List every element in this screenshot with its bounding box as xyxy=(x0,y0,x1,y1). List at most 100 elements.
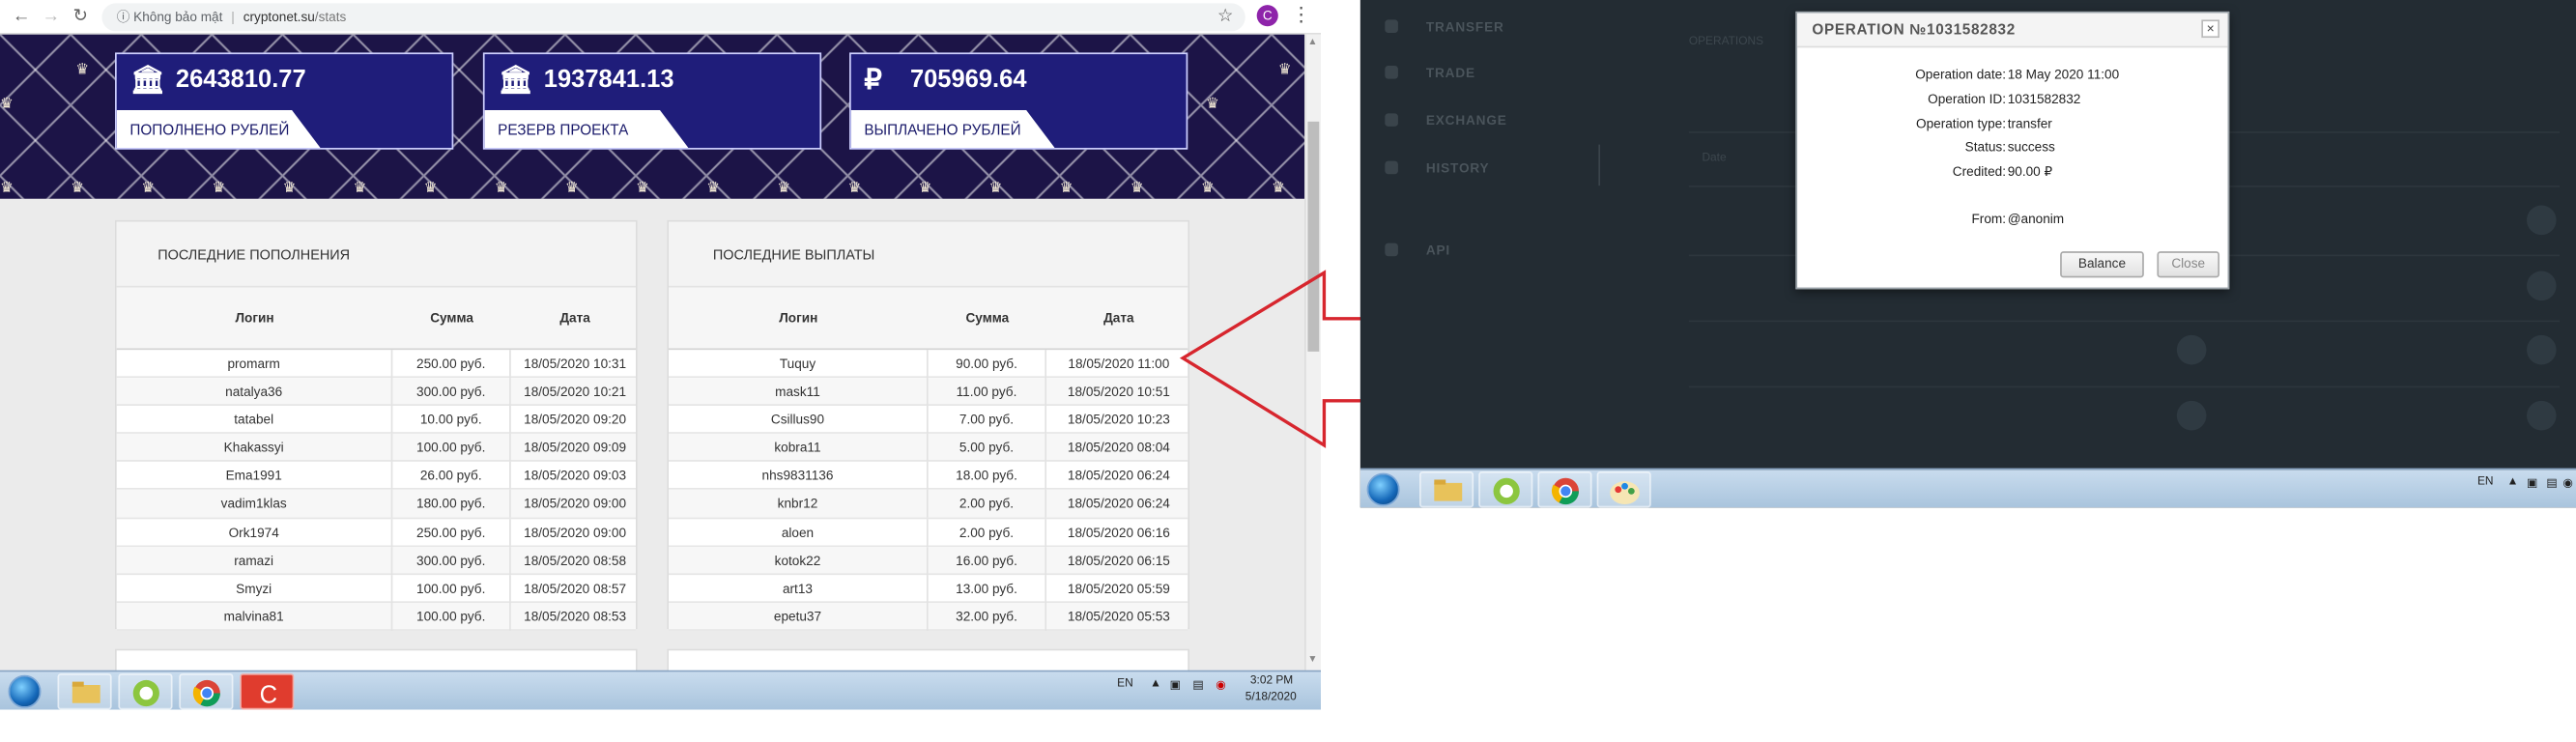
tray-chevron-icon[interactable]: ▲ xyxy=(2507,476,2519,488)
date-cell: 18/05/2020 05:53 xyxy=(1067,609,1170,624)
url-path[interactable]: /stats xyxy=(315,10,347,24)
volume-icon[interactable]: ◉ xyxy=(2562,476,2572,490)
browser-window: ← → ↻ ⓘ Không bảo mật | cryptonet.su/sta… xyxy=(0,0,1322,710)
amount-cell: 13.00 руб. xyxy=(929,574,1047,603)
chrome-icon[interactable] xyxy=(1537,471,1592,508)
chrome-icon[interactable] xyxy=(179,673,234,710)
crown-icon: ♛ xyxy=(71,179,84,196)
info-icon[interactable]: ⓘ xyxy=(117,10,130,24)
bookmark-star-icon[interactable]: ☆ xyxy=(1217,5,1234,26)
sidebar-item-history[interactable]: HISTORY xyxy=(1426,161,1490,176)
table-row: art13 13.00 руб. 18/05/2020 05:59 xyxy=(669,574,1188,603)
column-header-date: Date xyxy=(1702,153,1727,165)
login-cell: epetu37 xyxy=(669,602,929,631)
crown-icon: ♛ xyxy=(706,179,720,196)
address-bar[interactable]: ⓘ Không bảo mật | cryptonet.su/stats xyxy=(101,3,1245,32)
table-row: aloen 2.00 руб. 18/05/2020 06:16 xyxy=(669,518,1188,547)
date-cell: 18/05/2020 09:00 xyxy=(524,525,627,540)
crown-icon: ♛ xyxy=(353,179,367,196)
start-button[interactable] xyxy=(1366,472,1400,506)
row-action-icon[interactable] xyxy=(2526,205,2557,236)
table-row: mask11 11.00 руб. 18/05/2020 10:51 xyxy=(669,378,1188,407)
volume-muted-icon[interactable]: ◉ xyxy=(1216,678,1225,692)
table-row: promarm 250.00 руб. 18/05/2020 10:31 xyxy=(116,350,636,379)
sidebar-item-exchange[interactable]: EXCHANGE xyxy=(1426,113,1507,128)
sidebar-item-transfer[interactable]: TRANSFER xyxy=(1426,19,1504,34)
sidebar-item-api[interactable]: API xyxy=(1426,243,1450,258)
amount-cell: 250.00 руб. xyxy=(392,518,511,547)
field-label: From: xyxy=(1971,212,2007,227)
tray-chevron-icon[interactable]: ▲ xyxy=(1150,678,1161,690)
field-operation-date: Operation date: 18 May 2020 11:00 xyxy=(1797,68,2227,93)
amount-cell: 300.00 руб. xyxy=(392,378,511,407)
forward-arrow-icon[interactable]: → xyxy=(40,5,63,28)
date-cell: 18/05/2020 09:00 xyxy=(524,497,627,512)
table-row: vadim1klas 180.00 руб. 18/05/2020 09:00 xyxy=(116,490,636,519)
date-cell: 18/05/2020 08:53 xyxy=(524,609,627,624)
login-cell: natalya36 xyxy=(117,378,393,407)
row-action-icon[interactable] xyxy=(2526,400,2557,431)
login-cell: Ork1974 xyxy=(117,518,393,547)
tray-app-icon[interactable]: ▣ xyxy=(2527,476,2537,490)
deposits-panel: ПОСЛЕДНИЕ ПОПОЛНЕНИЯ Логин Сумма Дата pr… xyxy=(115,219,638,631)
odnoklassniki-icon[interactable] xyxy=(1478,471,1533,508)
stat-value: 2643810.77 xyxy=(175,66,306,94)
date-cell: 18/05/2020 10:21 xyxy=(524,385,627,400)
language-indicator[interactable]: EN xyxy=(1117,678,1133,690)
network-icon[interactable]: ▤ xyxy=(2546,476,2557,490)
send-icon xyxy=(1385,19,1398,34)
close-icon[interactable]: × xyxy=(2201,19,2220,39)
folder-icon[interactable] xyxy=(57,673,112,710)
balance-button[interactable]: Balance xyxy=(2060,251,2144,278)
tray-app-icon[interactable]: ▣ xyxy=(1170,678,1181,692)
field-label: Credited: xyxy=(1952,164,2007,180)
table-row: Ork1974 250.00 руб. 18/05/2020 09:00 xyxy=(116,518,636,547)
row-action-icon[interactable] xyxy=(2526,271,2557,301)
security-label[interactable]: Không bảo mật xyxy=(133,10,222,24)
date-cell: 18/05/2020 10:31 xyxy=(524,356,627,372)
operation-dialog: OPERATION №1031582832 × Operation date: … xyxy=(1795,11,2230,290)
login-cell: malvina81 xyxy=(117,602,393,631)
clock-date[interactable]: 5/18/2020 xyxy=(1245,692,1297,703)
date-cell: 18/05/2020 05:59 xyxy=(1067,581,1170,596)
column-header-amount: Сумма xyxy=(965,310,1010,326)
field-value: 18 May 2020 11:00 xyxy=(2007,67,2120,83)
odnoklassniki-icon[interactable] xyxy=(118,673,173,710)
field-value: 90.00 ₽ xyxy=(2007,164,2053,180)
login-cell: Tuquy xyxy=(669,350,929,379)
table-row: epetu37 32.00 руб. 18/05/2020 05:53 xyxy=(669,602,1188,631)
scroll-down-icon[interactable]: ▼ xyxy=(1307,655,1317,665)
amount-cell: 250.00 руб. xyxy=(392,350,511,379)
start-button[interactable] xyxy=(8,674,42,708)
row-action-icon[interactable] xyxy=(2526,334,2557,365)
login-cell: aloen xyxy=(669,518,929,547)
menu-kebab-icon[interactable]: ⋮ xyxy=(1291,3,1310,26)
table-divider xyxy=(1688,385,2560,388)
panel-title: ПОСЛЕДНИЕ ПОПОЛНЕНИЯ xyxy=(116,221,636,288)
payouts-panel: ПОСЛЕДНИЕ ВЫПЛАТЫ Логин Сумма Дата Tuquy… xyxy=(667,219,1189,631)
table-title: OPERATIONS xyxy=(1688,36,1764,48)
crown-icon: ♛ xyxy=(212,179,226,196)
clock-time[interactable]: 3:02 PM xyxy=(1250,675,1293,687)
table-row: Csillus90 7.00 руб. 18/05/2020 10:23 xyxy=(669,406,1188,435)
dialog-header: OPERATION №1031582832 × xyxy=(1797,13,2228,48)
language-indicator[interactable]: EN xyxy=(2477,476,2494,488)
reload-icon[interactable]: ↻ xyxy=(69,5,92,28)
back-arrow-icon[interactable]: ← xyxy=(10,5,33,28)
bank-icon: 🏛 xyxy=(498,64,533,96)
profile-avatar[interactable]: C xyxy=(1256,5,1278,27)
amount-cell: 11.00 руб. xyxy=(929,378,1047,407)
paint-icon[interactable] xyxy=(1596,471,1651,508)
stat-paid-out: ₽ 705969.64 ВЫПЛАЧЕНО РУБЛЕЙ xyxy=(849,52,1188,150)
url-domain[interactable]: cryptonet.su xyxy=(243,10,315,24)
sidebar-item-trade[interactable]: TRADE xyxy=(1426,66,1475,80)
close-button[interactable]: Close xyxy=(2157,251,2220,278)
column-header-login: Логин xyxy=(235,310,274,326)
field-label: Operation type: xyxy=(1916,116,2007,132)
login-cell: mask11 xyxy=(669,378,929,407)
folder-icon[interactable] xyxy=(1419,471,1474,508)
amount-cell: 100.00 руб. xyxy=(392,434,511,463)
network-icon[interactable]: ▤ xyxy=(1192,678,1203,692)
cashback-icon[interactable]: C xyxy=(240,673,295,710)
field-from: From: @anonim xyxy=(1797,212,2227,237)
